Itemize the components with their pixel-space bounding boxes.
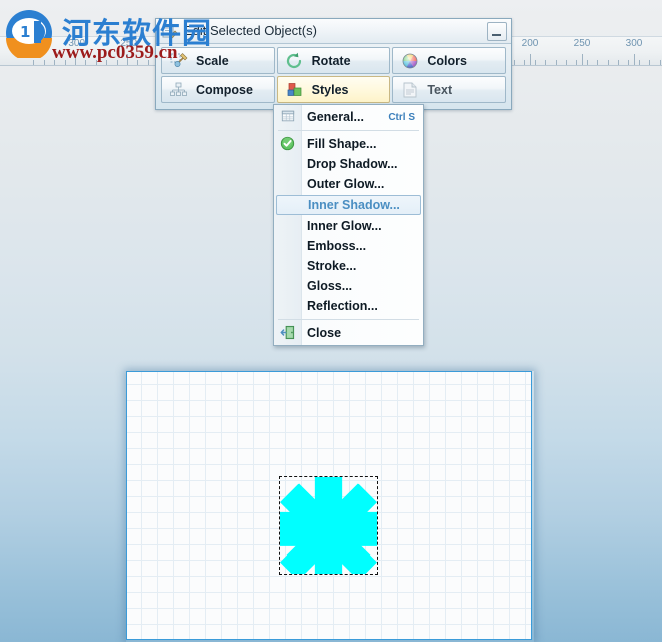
ruler-tick-minor: [608, 60, 609, 65]
menu-item-fill-shape[interactable]: Fill Shape...: [276, 134, 421, 154]
ruler-tick-major: [530, 54, 531, 65]
ruler-tick-major: [634, 54, 635, 65]
menu-item-close[interactable]: Close: [276, 323, 421, 343]
ruler-tick-minor: [639, 60, 640, 65]
grid-table-icon: [280, 109, 298, 125]
ruler-label: -250: [116, 38, 138, 49]
ruler-tick-minor: [514, 60, 515, 65]
ruler-tick-minor: [44, 60, 45, 65]
menu-item-reflection-label: Reflection...: [307, 299, 378, 313]
blank-icon: [280, 258, 298, 274]
ruler-tick-minor: [649, 60, 650, 65]
menu-item-outer-glow[interactable]: Outer Glow...: [276, 174, 421, 194]
blank-icon: [280, 176, 298, 192]
blank-icon: [280, 218, 298, 234]
compose-button[interactable]: Compose: [161, 76, 275, 103]
styles-button-label: Styles: [311, 82, 349, 97]
menu-separator-bottom: [278, 319, 419, 320]
scale-button[interactable]: Scale: [161, 47, 275, 74]
rotate-icon: [285, 52, 305, 70]
edit-object-icon: [162, 24, 178, 39]
ruler-tick-major: [127, 54, 128, 65]
menu-item-close-label: Close: [307, 326, 342, 340]
menu-item-inner-glow[interactable]: Inner Glow...: [276, 216, 421, 236]
menu-item-outer-glow-label: Outer Glow...: [307, 177, 385, 191]
colors-button-label: Colors: [427, 53, 467, 68]
green-check-icon: [280, 136, 298, 152]
scale-button-label: Scale: [196, 53, 229, 68]
ruler-tick-minor: [660, 60, 661, 65]
design-canvas-area[interactable]: [126, 371, 534, 642]
compose-icon: [169, 81, 189, 99]
ruler-tick-minor: [545, 60, 546, 65]
text-button-label: Text: [427, 82, 453, 97]
scale-icon: [169, 52, 189, 70]
eight-point-star-shape[interactable]: [280, 477, 377, 574]
ruler-label: 200: [521, 38, 539, 49]
ruler-tick-minor: [148, 60, 149, 65]
ruler-tick-major: [582, 54, 583, 65]
menu-item-reflection[interactable]: Reflection...: [276, 296, 421, 316]
menu-item-inner-glow-label: Inner Glow...: [307, 219, 382, 233]
blank-icon: [280, 278, 298, 294]
ruler-tick-minor: [54, 60, 55, 65]
styles-button[interactable]: Styles: [276, 76, 391, 103]
exit-door-icon: [280, 325, 298, 341]
menu-item-inner-shadow-label: Inner Shadow...: [308, 198, 400, 212]
ruler-tick-minor: [117, 60, 118, 65]
compose-button-label: Compose: [196, 82, 253, 97]
ruler-tick-minor: [566, 60, 567, 65]
text-icon: [400, 81, 420, 99]
menu-item-emboss[interactable]: Emboss...: [276, 236, 421, 256]
rotate-button-label: Rotate: [311, 53, 351, 68]
ruler-label: 250: [573, 38, 591, 49]
blank-icon: [280, 238, 298, 254]
menu-item-emboss-label: Emboss...: [307, 239, 367, 253]
ruler-label: 300: [625, 38, 643, 49]
design-canvas[interactable]: [126, 371, 532, 640]
ruler-tick-minor: [597, 60, 598, 65]
ruler-tick-minor: [556, 60, 557, 65]
blank-icon: [280, 156, 298, 172]
menu-item-drop-shadow[interactable]: Drop Shadow...: [276, 154, 421, 174]
styles-dropdown-menu[interactable]: General... Ctrl S Fill Shape... Drop Sha…: [273, 104, 424, 346]
menu-item-general[interactable]: General... Ctrl S: [276, 107, 421, 127]
menu-item-general-label: General...: [307, 110, 364, 124]
ruler-label: -300: [64, 38, 86, 49]
ruler-tick-minor: [628, 60, 629, 65]
ruler-tick-minor: [137, 60, 138, 65]
menu-item-general-shortcut: Ctrl S: [388, 111, 415, 123]
panel-button-grid: Scale Rotate Colors Compose Styles Text: [161, 47, 506, 103]
ruler-tick-minor: [535, 60, 536, 65]
menu-item-inner-shadow[interactable]: Inner Shadow...: [276, 195, 421, 215]
ruler-tick-major: [75, 54, 76, 65]
menu-item-stroke[interactable]: Stroke...: [276, 256, 421, 276]
rotate-button[interactable]: Rotate: [276, 47, 391, 74]
ruler-tick-minor: [576, 60, 577, 65]
colors-button[interactable]: Colors: [392, 47, 506, 74]
blank-icon: [280, 298, 298, 314]
menu-item-fill-shape-label: Fill Shape...: [307, 137, 377, 151]
menu-item-gloss-label: Gloss...: [307, 279, 353, 293]
menu-item-gloss[interactable]: Gloss...: [276, 276, 421, 296]
panel-title: Edit Selected Object(s): [184, 23, 317, 38]
ruler-tick-minor: [587, 60, 588, 65]
ruler-tick-minor: [65, 60, 66, 65]
text-button[interactable]: Text: [392, 76, 506, 103]
panel-titlebar[interactable]: Edit Selected Object(s): [156, 19, 511, 44]
ruler-tick-minor: [618, 60, 619, 65]
edit-selected-objects-panel[interactable]: Edit Selected Object(s) Scale Rotate Col…: [155, 18, 512, 110]
menu-item-stroke-label: Stroke...: [307, 259, 357, 273]
color-wheel-icon: [400, 52, 420, 70]
menu-separator-top: [278, 130, 419, 131]
ruler-tick-minor: [106, 60, 107, 65]
ruler-tick-minor: [524, 60, 525, 65]
ruler-tick-minor: [85, 60, 86, 65]
minimize-button[interactable]: [487, 22, 507, 41]
menu-item-drop-shadow-label: Drop Shadow...: [307, 157, 398, 171]
ruler-tick-minor: [33, 60, 34, 65]
ruler-tick-minor: [96, 60, 97, 65]
styles-icon: [285, 81, 305, 99]
blank-icon: [281, 197, 299, 213]
